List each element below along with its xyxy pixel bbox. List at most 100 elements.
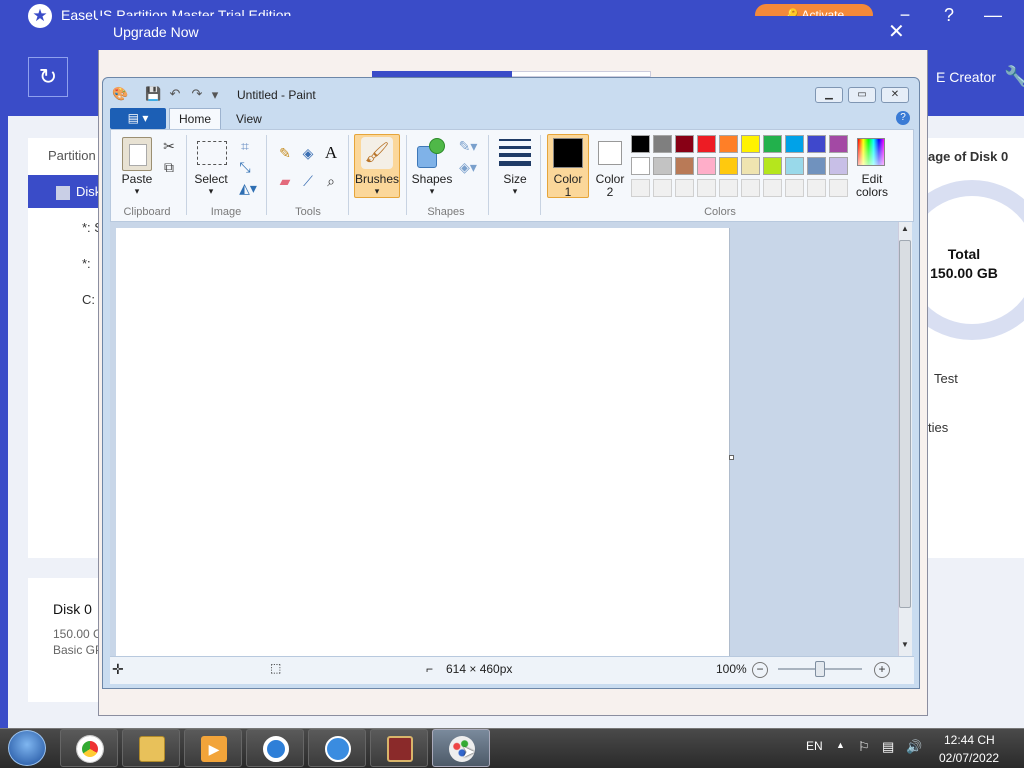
select-icon[interactable] (197, 141, 227, 165)
select-dropdown-icon[interactable]: ▾ (190, 185, 232, 198)
taskbar-easeus[interactable] (308, 729, 366, 767)
palette-swatch[interactable] (697, 157, 716, 175)
cut-icon[interactable]: ✂ (160, 137, 178, 155)
palette-swatch[interactable] (763, 135, 782, 153)
edit-colors-button[interactable]: Edit colors (852, 173, 892, 199)
language-indicator[interactable]: EN (806, 739, 823, 753)
help-icon[interactable]: ? (937, 4, 961, 26)
help-icon[interactable]: ? (896, 111, 910, 125)
zoom-slider-thumb[interactable] (815, 661, 825, 677)
paste-dropdown-icon[interactable]: ▾ (116, 185, 158, 198)
redo-icon[interactable]: ↷ (189, 86, 205, 102)
magnifier-icon[interactable]: ⌕ (322, 172, 340, 190)
outline-icon[interactable]: ✎▾ (456, 137, 480, 155)
drawing-canvas[interactable] (116, 228, 730, 656)
palette-swatch[interactable] (807, 157, 826, 175)
palette-swatch[interactable] (719, 157, 738, 175)
palette-swatch[interactable] (697, 135, 716, 153)
eraser-icon[interactable]: ▰ (276, 172, 294, 190)
save-icon[interactable]: 💾 (145, 86, 161, 102)
palette-swatch[interactable] (785, 135, 804, 153)
clock-time[interactable]: 12:44 CH (944, 733, 995, 747)
palette-swatch[interactable] (807, 135, 826, 153)
partition-item[interactable]: *: (82, 256, 91, 271)
partition-item[interactable]: C: (82, 292, 95, 307)
crop-icon[interactable]: ⌗ (236, 137, 254, 155)
resize-icon[interactable]: ⤡ (236, 158, 254, 176)
zoom-out-icon[interactable]: − (752, 662, 768, 678)
close-button[interactable]: ✕ (881, 87, 909, 103)
tab-home[interactable]: Home (169, 108, 221, 130)
taskbar-winrar[interactable] (370, 729, 428, 767)
taskbar-paint[interactable] (432, 729, 490, 767)
palette-swatch[interactable] (829, 157, 848, 175)
color2-button[interactable]: Color 2 (590, 173, 630, 199)
undo-icon[interactable]: ↶ (167, 86, 183, 102)
scroll-down-icon[interactable]: ▼ (899, 640, 911, 654)
shapes-icon[interactable] (417, 138, 447, 168)
palette-swatch[interactable] (741, 157, 760, 175)
taskbar-chrome[interactable] (60, 729, 118, 767)
disk-row[interactable]: Disk (28, 175, 108, 208)
customize-quick-access-icon[interactable]: ▾ (207, 87, 223, 103)
shapes-dropdown-icon[interactable]: ▾ (410, 185, 454, 198)
palette-swatch[interactable] (785, 157, 804, 175)
partition-tab[interactable]: Partition (48, 148, 96, 163)
minimize-button[interactable]: ▁ (815, 87, 843, 103)
volume-icon[interactable]: 🔊 (906, 739, 922, 755)
palette-swatch[interactable] (719, 135, 738, 153)
palette-custom-slot[interactable] (763, 179, 782, 197)
taskbar-media[interactable]: ▶ (184, 729, 242, 767)
paste-icon[interactable] (122, 137, 152, 171)
palette-swatch[interactable] (675, 135, 694, 153)
show-hidden-icons-icon[interactable]: ▲ (836, 740, 845, 750)
taskbar-explorer[interactable] (122, 729, 180, 767)
palette-custom-slot[interactable] (653, 179, 672, 197)
size-icon[interactable] (499, 139, 531, 167)
text-icon[interactable]: A (322, 144, 340, 162)
pencil-icon[interactable]: ✎ (276, 144, 294, 162)
start-button[interactable] (8, 730, 46, 766)
palette-swatch[interactable] (675, 157, 694, 175)
palette-custom-slot[interactable] (785, 179, 804, 197)
network-icon[interactable]: ▤ (882, 739, 894, 755)
palette-swatch[interactable] (631, 157, 650, 175)
palette-swatch[interactable] (741, 135, 760, 153)
side-action-item[interactable]: Test (934, 371, 958, 386)
copy-icon[interactable]: ⧉ (160, 158, 178, 176)
palette-swatch[interactable] (653, 135, 672, 153)
palette-swatch[interactable] (653, 157, 672, 175)
edit-colors-icon[interactable] (857, 138, 885, 166)
zoom-in-icon[interactable]: + (874, 662, 890, 678)
palette-custom-slot[interactable] (719, 179, 738, 197)
fill-icon[interactable]: ◈ (299, 144, 317, 162)
taskbar-app[interactable] (246, 729, 304, 767)
color-picker-icon[interactable]: ⟋ (299, 172, 317, 190)
color2-swatch[interactable] (598, 141, 622, 165)
paint-menu-button[interactable]: ▤ ▾ (110, 108, 166, 129)
side-action-item[interactable]: ties (928, 420, 948, 435)
scroll-up-icon[interactable]: ▲ (899, 224, 911, 238)
action-center-icon[interactable]: ⚐ (858, 739, 870, 755)
palette-swatch[interactable] (631, 135, 650, 153)
wrench-icon[interactable]: 🔧 (1004, 64, 1024, 89)
palette-swatch[interactable] (763, 157, 782, 175)
winpe-creator-link[interactable]: E Creator (936, 69, 996, 85)
fill-shape-icon[interactable]: ◈▾ (456, 158, 480, 176)
palette-custom-slot[interactable] (829, 179, 848, 197)
tab-view[interactable]: View (236, 112, 262, 126)
palette-swatch[interactable] (829, 135, 848, 153)
rotate-icon[interactable]: ◭▾ (236, 179, 260, 197)
palette-custom-slot[interactable] (631, 179, 650, 197)
clock-date[interactable]: 02/07/2022 (939, 751, 999, 765)
palette-custom-slot[interactable] (697, 179, 716, 197)
refresh-icon[interactable]: ↻ (28, 57, 68, 97)
canvas-resize-handle[interactable] (729, 455, 734, 460)
vertical-scrollbar-thumb[interactable] (899, 240, 911, 608)
menu-icon[interactable]: — (981, 4, 1005, 26)
palette-custom-slot[interactable] (741, 179, 760, 197)
palette-custom-slot[interactable] (807, 179, 826, 197)
palette-custom-slot[interactable] (675, 179, 694, 197)
maximize-button[interactable]: ▭ (848, 87, 876, 103)
size-dropdown-icon[interactable]: ▾ (494, 185, 536, 198)
